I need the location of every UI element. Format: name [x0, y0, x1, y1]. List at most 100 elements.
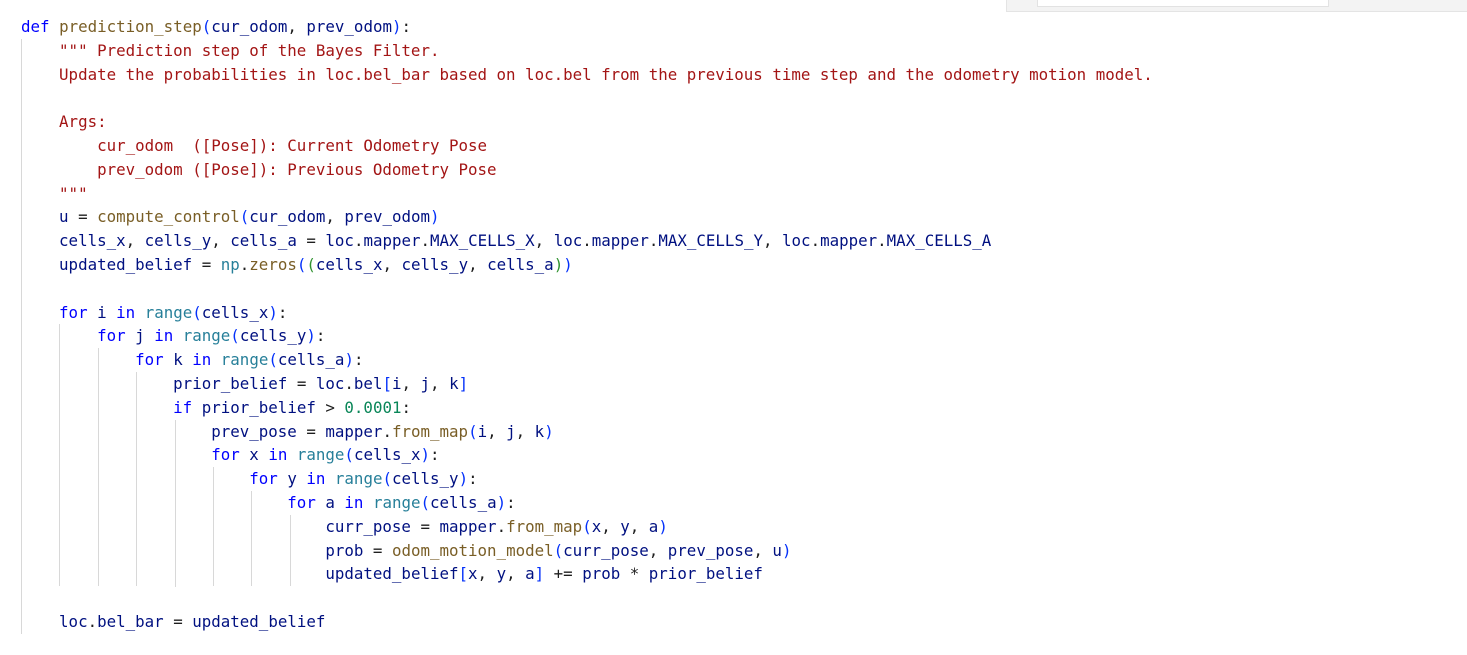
code-token: """: [21, 184, 88, 203]
code-token: prior_belief: [201, 398, 316, 417]
code-token: MAX_CELLS_Y: [658, 231, 763, 250]
code-line: prior_belief = loc.bel[i, j, k]: [21, 372, 468, 396]
code-token: loc: [315, 374, 345, 393]
code-token: :: [315, 326, 326, 345]
code-token: (: [296, 255, 307, 274]
code-token: cells_x: [59, 231, 126, 250]
code-line: updated_belief[x, y, a] += prob * prior_…: [21, 562, 763, 586]
code-token: ,: [430, 374, 450, 393]
code-token: .: [582, 231, 592, 250]
code-token: Args:: [21, 112, 107, 131]
code-token: MAX_CELLS_X: [430, 231, 535, 250]
code-token: bel_bar: [97, 612, 164, 631]
code-line: cells_x, cells_y, cells_a = loc.mapper.M…: [21, 229, 991, 253]
code-line: for a in range(cells_a):: [21, 491, 516, 515]
code-token: prev_odom: [306, 17, 392, 36]
code-token: :: [401, 398, 411, 417]
code-token: loc: [325, 231, 354, 250]
code-token: ,: [762, 231, 783, 250]
code-token: np: [220, 255, 240, 274]
code-token: =: [410, 517, 440, 536]
code-token: from_map: [391, 422, 469, 441]
code-token: range: [144, 303, 193, 322]
code-token: .: [382, 422, 392, 441]
code-token: updated_belief: [59, 255, 193, 274]
code-token: .: [344, 374, 354, 393]
code-token: u: [59, 207, 69, 226]
code-token: prev_pose: [667, 541, 754, 560]
code-token: =: [68, 207, 98, 226]
code-token: mapper: [325, 422, 383, 441]
code-token: ): [391, 17, 402, 36]
code-token: odom_motion_model: [391, 541, 554, 560]
code-token: ): [553, 255, 564, 274]
code-token: =: [363, 541, 392, 560]
code-token: j: [506, 422, 516, 441]
code-token: i: [97, 303, 107, 322]
code-token: ,: [125, 231, 145, 250]
code-line: prob = odom_motion_model(curr_pose, prev…: [21, 539, 791, 563]
code-token: a: [525, 564, 535, 583]
code-token: ,: [325, 207, 345, 226]
code-token: ,: [477, 564, 497, 583]
code-token: cells_y: [391, 469, 459, 488]
code-token: updated_belief: [325, 564, 459, 583]
code-token: prev_odom: [344, 207, 431, 226]
code-token: *: [620, 564, 649, 583]
code-token: cells_a: [277, 350, 345, 369]
code-token: ): [420, 445, 431, 464]
code-token: k: [449, 374, 459, 393]
code-token: curr_pose: [325, 517, 411, 536]
code-token: ): [430, 207, 440, 226]
code-token: for: [287, 493, 316, 512]
code-token: zeros: [249, 255, 297, 274]
code-line: loc.bel_bar = updated_belief: [21, 610, 325, 634]
code-token: (: [239, 207, 250, 226]
code-token: .: [239, 255, 250, 274]
code-token: cells_a: [230, 231, 297, 250]
code-token: ): [344, 350, 354, 369]
code-token: +=: [544, 564, 583, 583]
code-token: for: [97, 326, 126, 345]
code-token: cur_odom: [211, 17, 288, 36]
code-token: for: [135, 350, 164, 369]
code-token: for: [59, 303, 88, 322]
code-token: prior_belief: [173, 374, 288, 393]
code-token: a: [648, 517, 659, 536]
code-token: ,: [629, 517, 649, 536]
code-token: (: [553, 541, 564, 560]
code-token: .: [810, 231, 821, 250]
code-token: range: [182, 326, 231, 345]
code-editor[interactable]: def prediction_step(cur_odom, prev_odom)…: [0, 0, 1467, 655]
code-token: :: [506, 493, 516, 512]
code-token: in: [306, 469, 326, 488]
code-token: for: [249, 469, 278, 488]
code-token: cells_y: [401, 255, 469, 274]
code-token: cells_x: [315, 255, 383, 274]
code-token: ]: [458, 374, 469, 393]
code-line: updated_belief = np.zeros((cells_x, cell…: [21, 253, 573, 277]
code-token: ,: [534, 231, 554, 250]
code-token: mapper: [820, 231, 878, 250]
code-line: for y in range(cells_y):: [21, 467, 477, 491]
code-line: for j in range(cells_y):: [21, 324, 325, 348]
code-token: =: [192, 255, 221, 274]
code-token: ,: [401, 374, 421, 393]
code-line: """ Prediction step of the Bayes Filter.: [21, 39, 439, 63]
code-token: ,: [515, 422, 535, 441]
code-token: (: [192, 303, 202, 322]
code-token: loc: [553, 231, 583, 250]
code-token: 0.0001: [344, 398, 402, 417]
code-token: [: [458, 564, 469, 583]
code-line: prev_pose = mapper.from_map(i, j, k): [21, 420, 553, 444]
